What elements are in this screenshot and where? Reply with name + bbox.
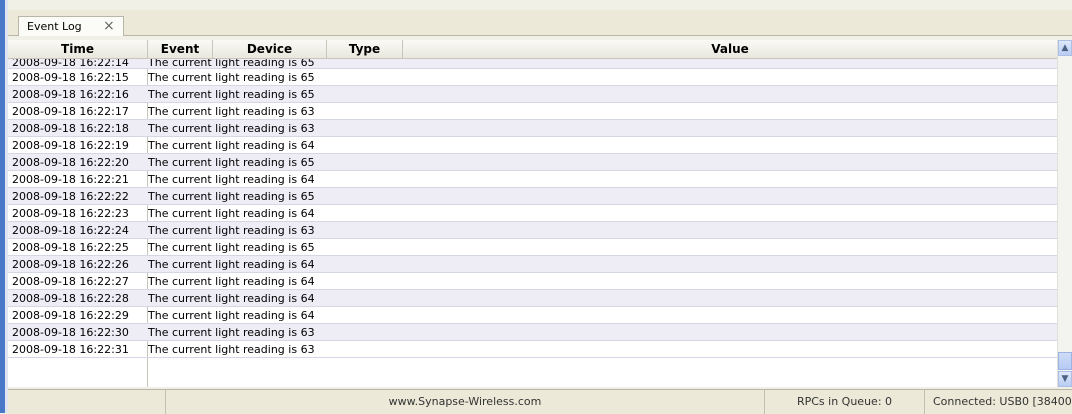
status-cell-empty [8,390,165,414]
cell-event: The current light reading is 65 [148,241,315,254]
cell-event: The current light reading is 65 [148,59,315,69]
table-row[interactable]: 2008-09-18 16:22:18 The current light rea… [8,120,1057,137]
cell-time: 2008-09-18 16:22:15 [12,71,129,84]
table-header: Time Event Device Type Value [8,40,1057,59]
cell-event: The current light reading is 63 [148,122,315,135]
close-icon[interactable]: × [103,18,115,34]
table-row[interactable]: 2008-09-18 16:22:27 The current light rea… [8,273,1057,290]
cell-event: The current light reading is 65 [148,71,315,84]
cell-event: The current light reading is 64 [148,258,315,271]
tab-event-log[interactable]: Event Log × [18,16,124,36]
table-row[interactable]: 2008-09-18 16:22:31 The current light rea… [8,341,1057,358]
cell-time: 2008-09-18 16:22:26 [12,258,129,271]
cell-time: 2008-09-18 16:22:21 [12,173,129,186]
cell-time: 2008-09-18 16:22:29 [12,309,129,322]
cell-time: 2008-09-18 16:22:23 [12,207,129,220]
cell-event: The current light reading is 64 [148,207,315,220]
cell-event: The current light reading is 64 [148,309,315,322]
table-row[interactable]: 2008-09-18 16:22:28 The current light rea… [8,290,1057,307]
cell-event: The current light reading is 63 [148,326,315,339]
cell-event: The current light reading is 64 [148,275,315,288]
table-row[interactable]: 2008-09-18 16:22:17 The current light rea… [8,103,1057,120]
status-bar: www.Synapse-Wireless.com RPCs in Queue: … [8,389,1072,414]
cell-time: 2008-09-18 16:22:27 [12,275,129,288]
cell-time: 2008-09-18 16:22:31 [12,343,129,356]
cell-time: 2008-09-18 16:22:24 [12,224,129,237]
vertical-scrollbar[interactable]: ▲ ▼ [1057,40,1072,387]
cell-event: The current light reading is 64 [148,139,315,152]
table-row[interactable]: 2008-09-18 16:22:19 The current light rea… [8,137,1057,154]
cell-event: The current light reading is 65 [148,156,315,169]
chevron-down-icon[interactable]: ▼ [1058,371,1072,387]
event-log-table: Time Event Device Type Value 2008-09-18 … [8,40,1072,387]
table-row[interactable]: 2008-09-18 16:22:29 The current light rea… [8,307,1057,324]
table-row[interactable]: 2008-09-18 16:22:15 The current light rea… [8,69,1057,86]
cell-time: 2008-09-18 16:22:18 [12,122,129,135]
table-row[interactable]: 2008-09-18 16:22:22 The current light rea… [8,188,1057,205]
cell-event: The current light reading is 63 [148,224,315,237]
cell-time: 2008-09-18 16:22:20 [12,156,129,169]
table-row[interactable]: 2008-09-18 16:22:21 The current light rea… [8,171,1057,188]
cell-event: The current light reading is 63 [148,105,315,118]
status-rpcs: RPCs in Queue: 0 [764,390,924,414]
cell-event: The current light reading is 63 [148,343,315,356]
cell-time: 2008-09-18 16:22:30 [12,326,129,339]
tab-strip: Event Log × [8,10,1072,36]
table-row[interactable]: 2008-09-18 16:22:23 The current light rea… [8,205,1057,222]
cell-time: 2008-09-18 16:22:16 [12,88,129,101]
cell-time: 2008-09-18 16:22:28 [12,292,129,305]
scrollbar-thumb[interactable] [1058,352,1072,370]
table-row[interactable]: 2008-09-18 16:22:24 The current light rea… [8,222,1057,239]
cell-time: 2008-09-18 16:22:19 [12,139,129,152]
column-header-value[interactable]: Value [403,40,1057,58]
column-header-time[interactable]: Time [8,40,148,58]
chevron-up-icon[interactable]: ▲ [1058,40,1072,56]
tab-label: Event Log [27,20,82,33]
table-row[interactable]: 2008-09-18 16:22:26 The current light rea… [8,256,1057,273]
table-row[interactable]: 2008-09-18 16:22:14 The current light rea… [8,59,1057,69]
table-row[interactable]: 2008-09-18 16:22:16 The current light rea… [8,86,1057,103]
table-row[interactable]: 2008-09-18 16:22:30 The current light rea… [8,324,1057,341]
status-connection: Connected: USB0 [38400 [924,390,1072,414]
column-header-type[interactable]: Type [327,40,403,58]
column-header-event[interactable]: Event [148,40,213,58]
table-row[interactable]: 2008-09-18 16:22:20 The current light rea… [8,154,1057,171]
table-body: 2008-09-18 16:22:14 The current light rea… [8,59,1057,358]
cell-time: 2008-09-18 16:22:14 [12,59,129,69]
cell-time: 2008-09-18 16:22:17 [12,105,129,118]
cell-event: The current light reading is 65 [148,190,315,203]
cell-event: The current light reading is 64 [148,173,315,186]
cell-time: 2008-09-18 16:22:25 [12,241,129,254]
cell-time: 2008-09-18 16:22:22 [12,190,129,203]
status-website: www.Synapse-Wireless.com [165,390,764,414]
cell-event: The current light reading is 64 [148,292,315,305]
column-header-device[interactable]: Device [213,40,327,58]
table-row[interactable]: 2008-09-18 16:22:25 The current light rea… [8,239,1057,256]
cell-event: The current light reading is 65 [148,88,315,101]
